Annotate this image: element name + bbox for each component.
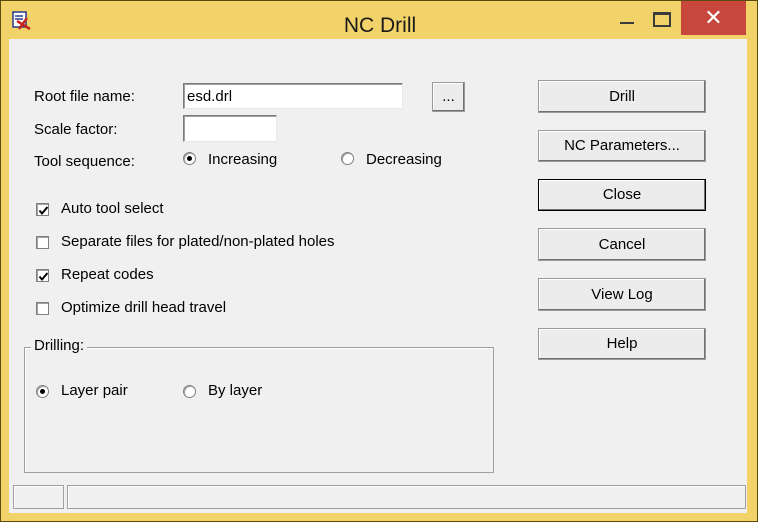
status-bar-pane-2 xyxy=(67,485,746,509)
auto-tool-select-checkbox[interactable] xyxy=(36,203,49,216)
maximize-button[interactable] xyxy=(641,1,685,35)
title-bar[interactable]: NC Drill ✕ xyxy=(1,1,757,39)
decreasing-radio[interactable] xyxy=(341,152,354,165)
checkmark-icon xyxy=(38,272,49,282)
layer-pair-radio[interactable] xyxy=(36,385,49,398)
by-layer-radio[interactable] xyxy=(183,385,196,398)
status-bar xyxy=(13,485,746,509)
nc-drill-window: NC Drill ✕ Root file name: ... Scale fac… xyxy=(0,0,758,522)
tool-sequence-label: Tool sequence: xyxy=(34,153,135,170)
scale-factor-label: Scale factor: xyxy=(34,121,118,138)
view-log-button[interactable]: View Log xyxy=(538,278,706,311)
optimize-drill-head-label[interactable]: Optimize drill head travel xyxy=(61,299,226,316)
dialog-client-area: Root file name: ... Scale factor: Tool s… xyxy=(9,39,747,513)
auto-tool-select-label[interactable]: Auto tool select xyxy=(61,200,164,217)
repeat-codes-checkbox[interactable] xyxy=(36,269,49,282)
separate-files-checkbox[interactable] xyxy=(36,236,49,249)
root-file-name-label: Root file name: xyxy=(34,88,135,105)
root-file-name-input[interactable] xyxy=(183,83,403,109)
cancel-button[interactable]: Cancel xyxy=(538,228,706,261)
status-bar-pane-1 xyxy=(13,485,64,509)
increasing-radio-label[interactable]: Increasing xyxy=(208,151,277,168)
checkmark-icon xyxy=(38,206,49,216)
scale-factor-input[interactable] xyxy=(183,115,277,142)
help-button[interactable]: Help xyxy=(538,328,706,360)
optimize-drill-head-checkbox[interactable] xyxy=(36,302,49,315)
layer-pair-label[interactable]: Layer pair xyxy=(61,382,128,399)
browse-button[interactable]: ... xyxy=(432,82,465,112)
close-window-button[interactable]: ✕ xyxy=(681,1,746,35)
drilling-groupbox xyxy=(24,347,494,473)
drilling-group-title: Drilling: xyxy=(31,337,88,354)
nc-parameters-button[interactable]: NC Parameters... xyxy=(538,130,706,162)
close-icon: ✕ xyxy=(704,5,723,30)
close-button[interactable]: Close xyxy=(538,179,706,211)
by-layer-label[interactable]: By layer xyxy=(208,382,262,399)
repeat-codes-label[interactable]: Repeat codes xyxy=(61,266,154,283)
increasing-radio[interactable] xyxy=(183,152,196,165)
decreasing-radio-label[interactable]: Decreasing xyxy=(366,151,442,168)
separate-files-label[interactable]: Separate files for plated/non-plated hol… xyxy=(61,233,335,250)
drill-button[interactable]: Drill xyxy=(538,80,706,113)
